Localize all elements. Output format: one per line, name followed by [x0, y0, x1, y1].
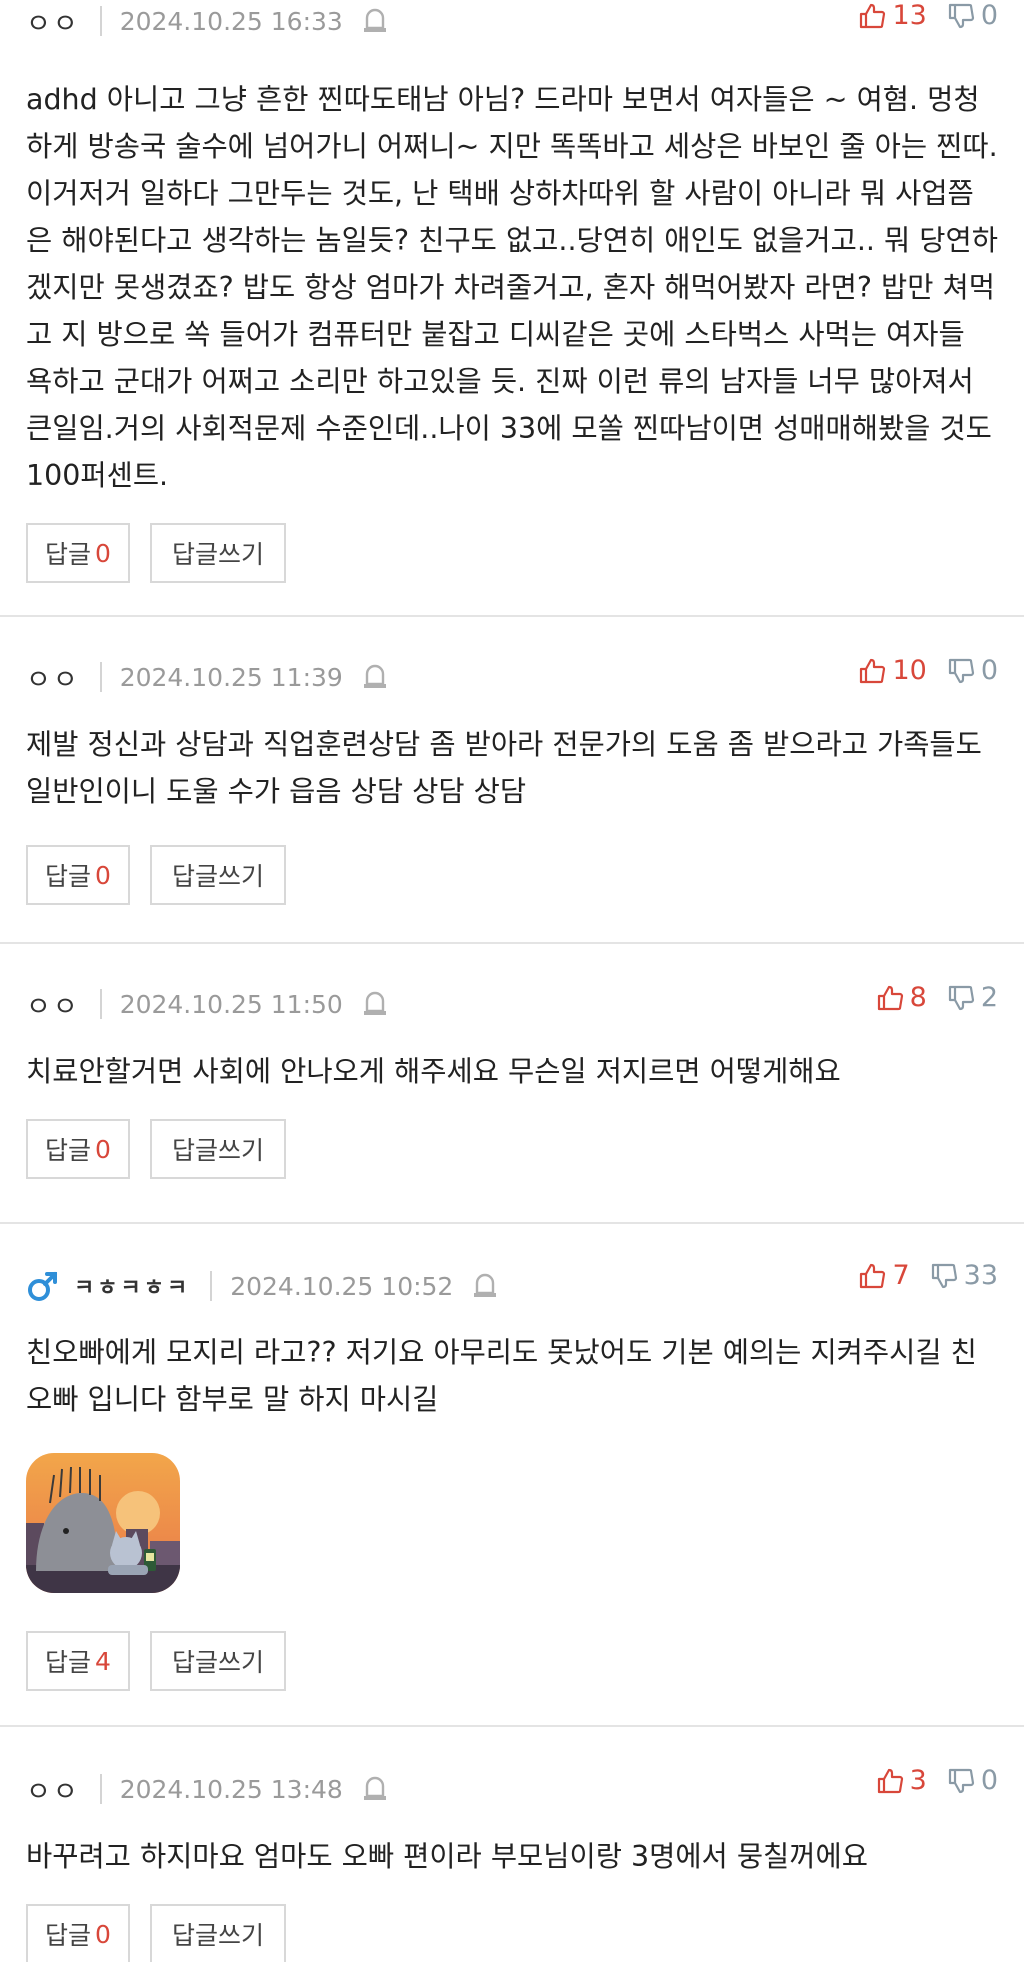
comment-nickname[interactable]: ㅇㅇ — [26, 2, 80, 41]
comment-nickname[interactable]: ㅇㅇ — [26, 1770, 80, 1809]
comment-header: ㅋㅎㅋㅎㅋ 2024.10.25 10:52 7 33 — [26, 1260, 998, 1303]
reply-count-button[interactable]: 답글 0 — [26, 1119, 130, 1179]
comment-actions: 답글 4 답글쓰기 — [26, 1631, 998, 1691]
reply-count: 0 — [95, 1134, 111, 1164]
like-count: 7 — [892, 1260, 910, 1291]
dislike-count: 2 — [980, 982, 998, 1013]
thumbs-down-icon — [948, 658, 974, 683]
comment-list: ㅇㅇ 2024.10.25 16:33 13 0 adhd 아니고 그냥 흔한 … — [0, 0, 1024, 1962]
report-bell-icon[interactable] — [471, 1271, 499, 1301]
comment-header: ㅇㅇ 2024.10.25 11:50 8 2 — [26, 982, 998, 1024]
write-reply-button[interactable]: 답글쓰기 — [150, 523, 286, 583]
comment-item: ㅋㅎㅋㅎㅋ 2024.10.25 10:52 7 33 친오빠에게 모지리 라고… — [0, 1224, 1024, 1727]
header-divider — [99, 6, 102, 36]
dislike-count: 0 — [980, 0, 998, 31]
comment-actions: 답글 0 답글쓰기 — [26, 1119, 998, 1179]
dislike-count: 0 — [980, 1765, 998, 1796]
reply-count: 4 — [95, 1646, 111, 1676]
comment-text: 친오빠에게 모지리 라고?? 저기요 아무리도 못났어도 기본 예의는 지켜주시… — [26, 1336, 977, 1416]
sticker-image[interactable] — [26, 1453, 180, 1593]
thumbs-up-icon — [877, 985, 903, 1010]
dislike-count: 33 — [963, 1260, 998, 1291]
vote-box: 8 2 — [876, 982, 998, 1013]
reply-count: 0 — [95, 860, 111, 890]
dislike-button[interactable]: 33 — [930, 1260, 998, 1291]
comment-actions: 답글 0 답글쓰기 — [26, 523, 998, 583]
write-reply-button[interactable]: 답글쓰기 — [150, 1119, 286, 1179]
comment-date: 2024.10.25 11:50 — [119, 989, 343, 1019]
reply-count-button[interactable]: 답글 4 — [26, 1631, 130, 1691]
write-reply-button[interactable]: 답글쓰기 — [150, 1631, 286, 1691]
reply-count: 0 — [95, 1919, 111, 1949]
like-button[interactable]: 7 — [858, 1260, 910, 1291]
reply-count-button[interactable]: 답글 0 — [26, 523, 130, 583]
thumbs-up-icon — [860, 658, 886, 683]
like-button[interactable]: 3 — [876, 1765, 927, 1796]
like-button[interactable]: 13 — [858, 0, 927, 31]
dislike-button[interactable]: 0 — [947, 0, 998, 31]
comment-text: 바꾸려고 하지마요 엄마도 오빠 편이라 부모님이랑 3명에서 뭉칠꺼에요 — [26, 1840, 868, 1873]
vote-box: 7 33 — [858, 1260, 998, 1291]
like-count: 8 — [909, 982, 927, 1013]
comment-nickname[interactable]: ㅇㅇ — [26, 985, 80, 1024]
comment-item: ㅇㅇ 2024.10.25 13:48 3 0 바꾸려고 하지마요 엄마도 오빠… — [0, 1727, 1024, 1962]
comment-header: ㅇㅇ 2024.10.25 16:33 13 0 — [26, 0, 998, 41]
comment-text: 치료안할거면 사회에 안나오게 해주세요 무슨일 저지르면 어떻게해요 — [26, 1055, 841, 1088]
vote-box: 10 0 — [858, 655, 998, 686]
comment-item: ㅇㅇ 2024.10.25 11:50 8 2 치료안할거면 사회에 안나오게 … — [0, 944, 1024, 1224]
like-count: 3 — [909, 1765, 927, 1796]
comment-item: ㅇㅇ 2024.10.25 11:39 10 0 제발 정신과 상담과 직업훈련… — [0, 617, 1024, 944]
thumbs-down-icon — [948, 3, 974, 28]
report-bell-icon[interactable] — [361, 662, 389, 692]
comment-date: 2024.10.25 10:52 — [230, 1271, 454, 1301]
comment-item: ㅇㅇ 2024.10.25 16:33 13 0 adhd 아니고 그냥 흔한 … — [0, 0, 1024, 617]
header-divider — [99, 1774, 102, 1804]
header-divider — [99, 989, 102, 1019]
comment-nickname[interactable]: ㅇㅇ — [26, 658, 80, 697]
thumbs-down-icon — [948, 1768, 974, 1793]
thumbs-down-icon — [931, 1263, 957, 1288]
comment-header: ㅇㅇ 2024.10.25 13:48 3 0 — [26, 1765, 998, 1809]
reply-label: 답글 — [45, 1136, 92, 1165]
comment-date: 2024.10.25 16:33 — [119, 6, 343, 36]
cat-sticker-icon — [26, 1453, 180, 1593]
like-button[interactable]: 10 — [858, 655, 927, 686]
report-bell-icon[interactable] — [361, 989, 389, 1019]
header-divider — [99, 662, 102, 692]
thumbs-up-icon — [877, 1768, 903, 1793]
write-reply-button[interactable]: 답글쓰기 — [150, 845, 286, 905]
comment-date: 2024.10.25 11:39 — [119, 662, 343, 692]
reply-count: 0 — [95, 538, 111, 568]
vote-box: 3 0 — [876, 1765, 998, 1796]
thumbs-down-icon — [948, 985, 974, 1010]
like-count: 10 — [892, 655, 927, 686]
comment-actions: 답글 0 답글쓰기 — [26, 845, 998, 905]
reply-label: 답글 — [45, 1648, 92, 1677]
dislike-button[interactable]: 0 — [947, 655, 998, 686]
thumbs-up-icon — [860, 1263, 886, 1288]
write-reply-button[interactable]: 답글쓰기 — [150, 1904, 286, 1962]
like-button[interactable]: 8 — [876, 982, 927, 1013]
report-bell-icon[interactable] — [361, 6, 389, 36]
reply-label: 답글 — [45, 862, 92, 891]
like-count: 13 — [892, 0, 927, 31]
dislike-button[interactable]: 0 — [947, 1765, 998, 1796]
header-divider — [210, 1271, 213, 1301]
comment-header: ㅇㅇ 2024.10.25 11:39 10 0 — [26, 655, 998, 697]
reply-label: 답글 — [45, 540, 92, 569]
comment-actions: 답글 0 답글쓰기 — [26, 1904, 998, 1962]
reply-label: 답글 — [45, 1921, 92, 1950]
reply-count-button[interactable]: 답글 0 — [26, 1904, 130, 1962]
report-bell-icon[interactable] — [361, 1774, 389, 1804]
thumbs-up-icon — [860, 3, 886, 28]
male-symbol-icon — [28, 1272, 57, 1301]
vote-box: 13 0 — [858, 0, 998, 31]
dislike-count: 0 — [980, 655, 998, 686]
comment-nickname[interactable]: ㅋㅎㅋㅎㅋ — [74, 1270, 190, 1302]
comment-date: 2024.10.25 13:48 — [119, 1774, 343, 1804]
comment-text: adhd 아니고 그냥 흔한 찐따도태남 아님? 드라마 보면서 여자들은 ~ … — [26, 83, 998, 492]
reply-count-button[interactable]: 답글 0 — [26, 845, 130, 905]
dislike-button[interactable]: 2 — [947, 982, 998, 1013]
comment-text: 제발 정신과 상담과 직업훈련상담 좀 받아라 전문가의 도움 좀 받으라고 가… — [26, 728, 982, 808]
